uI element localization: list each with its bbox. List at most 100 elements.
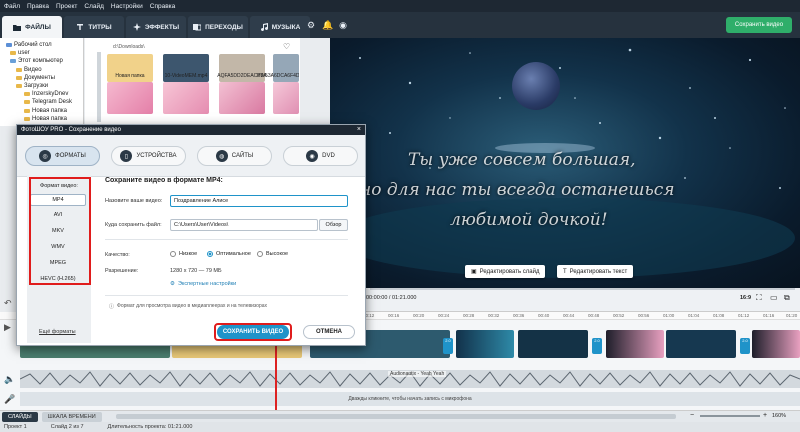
- tree-item[interactable]: InzerskyDnev: [0, 90, 83, 98]
- tree-item[interactable]: Видео: [0, 66, 83, 74]
- preview-controls: 00:00:00 / 01:21.000 16:9 ⛶ ▭ ⧉: [330, 288, 800, 312]
- format-highlight-annotation: [29, 177, 91, 285]
- undo-icon[interactable]: ↶: [4, 298, 12, 309]
- browse-button[interactable]: Обзор: [319, 219, 348, 231]
- slide-clip[interactable]: [518, 330, 588, 358]
- photo-thumbnail[interactable]: [163, 82, 209, 114]
- tree-item[interactable]: Новая папка: [0, 107, 83, 115]
- transition-duration: 2.0: [742, 338, 748, 343]
- popout-icon[interactable]: ⧉: [784, 293, 790, 303]
- top-toolbar: ФАЙЛЫ ТИТРЫ ЭФФЕКТЫ ПЕРЕХОДЫ МУЗЫКА: [0, 12, 800, 38]
- zoom-out-icon[interactable]: −: [690, 412, 694, 419]
- tree-item[interactable]: Документы: [0, 74, 83, 82]
- folder-icon: [24, 116, 30, 121]
- favorite-icon[interactable]: ♡: [283, 42, 290, 51]
- current-path: d:\Downloads\: [113, 44, 145, 50]
- tab-transitions[interactable]: ПЕРЕХОДЫ: [188, 16, 248, 38]
- play-circle-icon[interactable]: ◉: [338, 20, 348, 30]
- divider: [105, 239, 348, 240]
- window-icon[interactable]: ▭: [770, 293, 778, 302]
- thumb-label: Новая папка: [115, 73, 145, 79]
- fullscreen-icon[interactable]: ⛶: [756, 293, 762, 303]
- gear-icon[interactable]: ⚙: [306, 20, 316, 30]
- music-icon: [260, 23, 268, 32]
- photo-thumbnail[interactable]: [107, 82, 153, 114]
- bell-icon[interactable]: 🔔: [322, 20, 333, 30]
- transition-marker[interactable]: 2.0: [592, 338, 602, 354]
- tab-slides-label: СЛАЙДЫ: [8, 413, 32, 420]
- tree-item[interactable]: Этот компьютер: [0, 57, 83, 65]
- slide-clip[interactable]: [752, 330, 800, 358]
- file-browser: d:\Downloads\ ♡ Новая папка 10-VideoMEM.…: [85, 38, 300, 126]
- tree-item[interactable]: Рабочий стол: [0, 41, 83, 49]
- dialog-title-bar: ФотоШОУ PRO - Сохранение видео: [17, 125, 365, 135]
- folder-icon: [16, 75, 22, 80]
- folder-icon: [16, 84, 22, 89]
- menu-slide[interactable]: Слайд: [84, 3, 104, 10]
- audio-track[interactable]: Audionautix - Yeah Yeah: [20, 370, 800, 388]
- slide-clip[interactable]: [606, 330, 664, 358]
- divider: [105, 295, 348, 296]
- edit-text-button[interactable]: T Редактировать текст: [557, 265, 634, 278]
- save-path-input[interactable]: C:\Users\User\Videos\: [170, 219, 318, 231]
- tree-item[interactable]: Новая папка: [0, 115, 83, 123]
- resolution-label: Разрешение:: [105, 268, 139, 274]
- transition-marker[interactable]: 2.0: [443, 338, 453, 354]
- ruler-tick: 00:24: [438, 313, 450, 318]
- tab-devices[interactable]: ▯ УСТРОЙСТВА: [111, 146, 186, 166]
- tab-files-label: ФАЙЛЫ: [25, 23, 51, 31]
- tab-timeline[interactable]: ШКАЛА ВРЕМЕНИ: [41, 411, 102, 422]
- tab-sites[interactable]: ◍ САЙТЫ: [197, 146, 272, 166]
- mic-icon[interactable]: 🎤: [4, 394, 15, 405]
- expert-settings-link[interactable]: ⚙ Экспертные настройки: [170, 281, 236, 287]
- info-icon: ⓘ: [109, 304, 115, 310]
- transition-marker[interactable]: 2.0: [740, 338, 750, 354]
- photo-thumbnail[interactable]: [273, 82, 299, 114]
- tree-item-label: Видео: [24, 66, 42, 73]
- folder-icon: [10, 51, 16, 56]
- tab-transitions-label: ПЕРЕХОДЫ: [205, 23, 243, 31]
- ruler-tick: 00:28: [463, 313, 475, 318]
- close-icon[interactable]: ×: [357, 125, 361, 135]
- menu-project[interactable]: Проект: [56, 3, 77, 10]
- cancel-label: ОТМЕНА: [316, 329, 342, 335]
- menu-file[interactable]: Файл: [4, 3, 20, 10]
- video-name-input[interactable]: Поздравление Алисе: [170, 195, 348, 207]
- quality-optimal-radio[interactable]: Оптимальное: [207, 251, 251, 257]
- tree-item[interactable]: Telegram Desk: [0, 98, 83, 106]
- slide-clip[interactable]: [666, 330, 736, 358]
- save-video-top-button[interactable]: Сохранить видео: [726, 17, 792, 33]
- tab-music[interactable]: МУЗЫКА: [250, 16, 310, 38]
- tree-item[interactable]: Загрузки: [0, 82, 83, 90]
- tab-files[interactable]: ФАЙЛЫ: [2, 16, 62, 38]
- zoom-slider[interactable]: [700, 415, 760, 417]
- quality-label: Качество:: [105, 252, 130, 258]
- ruler-tick: 00:40: [538, 313, 550, 318]
- file-list-scrollbar[interactable]: [97, 52, 101, 122]
- ruler-tick: 00:48: [588, 313, 600, 318]
- cancel-button[interactable]: ОТМЕНА: [303, 325, 355, 339]
- quality-high-radio[interactable]: Высокое: [257, 251, 288, 257]
- quality-low-radio[interactable]: Низкое: [170, 251, 197, 257]
- menu-edit[interactable]: Правка: [27, 3, 49, 10]
- mic-record-track[interactable]: Дважды кликните, чтобы начать запись с м…: [20, 392, 800, 406]
- tab-slides[interactable]: СЛАЙДЫ: [2, 411, 38, 422]
- caption-line-1: Ты уже совсем большая,: [408, 150, 636, 170]
- tab-formats[interactable]: ◎ ФОРМАТЫ: [25, 146, 100, 166]
- slide-clip[interactable]: [456, 330, 514, 358]
- tree-item[interactable]: user: [0, 49, 83, 57]
- zoom-in-icon[interactable]: +: [763, 412, 767, 419]
- tab-titles[interactable]: ТИТРЫ: [64, 16, 124, 38]
- menu-settings[interactable]: Настройки: [111, 3, 143, 10]
- resolution-value: 1280 x 720 — 79 МБ: [170, 268, 222, 274]
- aspect-ratio-button[interactable]: 16:9: [740, 295, 751, 301]
- tab-effects[interactable]: ЭФФЕКТЫ: [126, 16, 186, 38]
- more-formats-link[interactable]: Ещё форматы: [39, 329, 76, 335]
- tree-item-label: Документы: [24, 74, 55, 81]
- photo-thumbnail[interactable]: [219, 82, 265, 114]
- edit-slide-button[interactable]: ▣ Редактировать слайд: [465, 265, 546, 278]
- tab-dvd[interactable]: ◉ DVD: [283, 146, 358, 166]
- menu-help[interactable]: Справка: [150, 3, 176, 10]
- horizontal-scrollbar[interactable]: [115, 414, 676, 419]
- playback-progress[interactable]: [370, 288, 795, 290]
